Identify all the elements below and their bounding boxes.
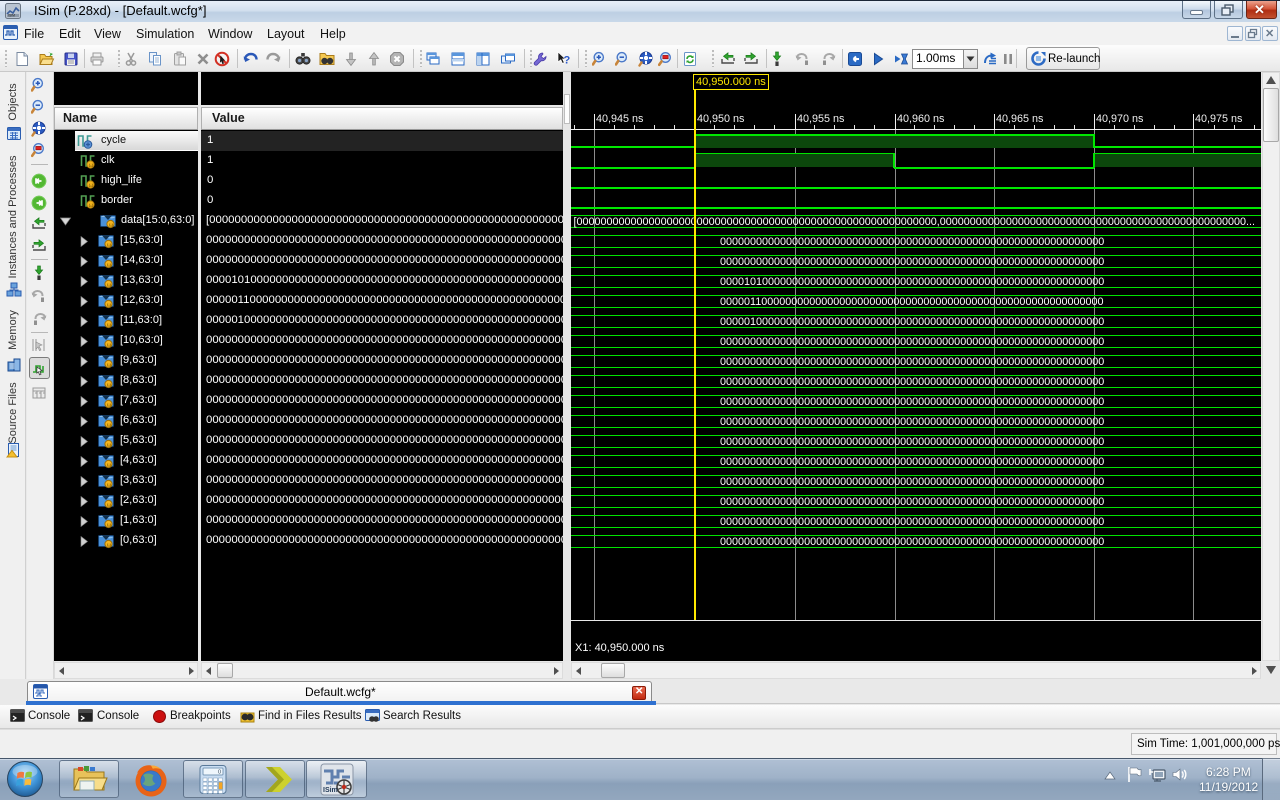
svg-text:ω: ω: [107, 383, 112, 389]
svg-text:ω: ω: [107, 303, 112, 309]
svg-text:ω: ω: [107, 523, 112, 529]
svg-text:ω: ω: [89, 203, 94, 209]
svg-text:ω: ω: [107, 503, 112, 509]
svg-text:ω: ω: [89, 183, 94, 189]
svg-text:ω: ω: [107, 343, 112, 349]
svg-text:ISim: ISim: [323, 787, 338, 794]
svg-text:ω: ω: [89, 163, 94, 169]
svg-text:ω: ω: [107, 283, 112, 289]
svg-text:ω: ω: [107, 243, 112, 249]
svg-text:ω: ω: [107, 363, 112, 369]
svg-text:?: ?: [564, 55, 571, 67]
svg-text:ω: ω: [107, 403, 112, 409]
svg-text:ω: ω: [107, 443, 112, 449]
svg-text:ω: ω: [107, 423, 112, 429]
svg-text:ω: ω: [107, 463, 112, 469]
svg-text:ω: ω: [107, 263, 112, 269]
svg-text:ω: ω: [107, 483, 112, 489]
svg-text:ω: ω: [107, 323, 112, 329]
svg-text:ω: ω: [109, 223, 114, 229]
svg-text:0: 0: [218, 770, 221, 776]
svg-text:ω: ω: [107, 543, 112, 549]
svg-text:ISIM: ISIM: [8, 14, 15, 18]
